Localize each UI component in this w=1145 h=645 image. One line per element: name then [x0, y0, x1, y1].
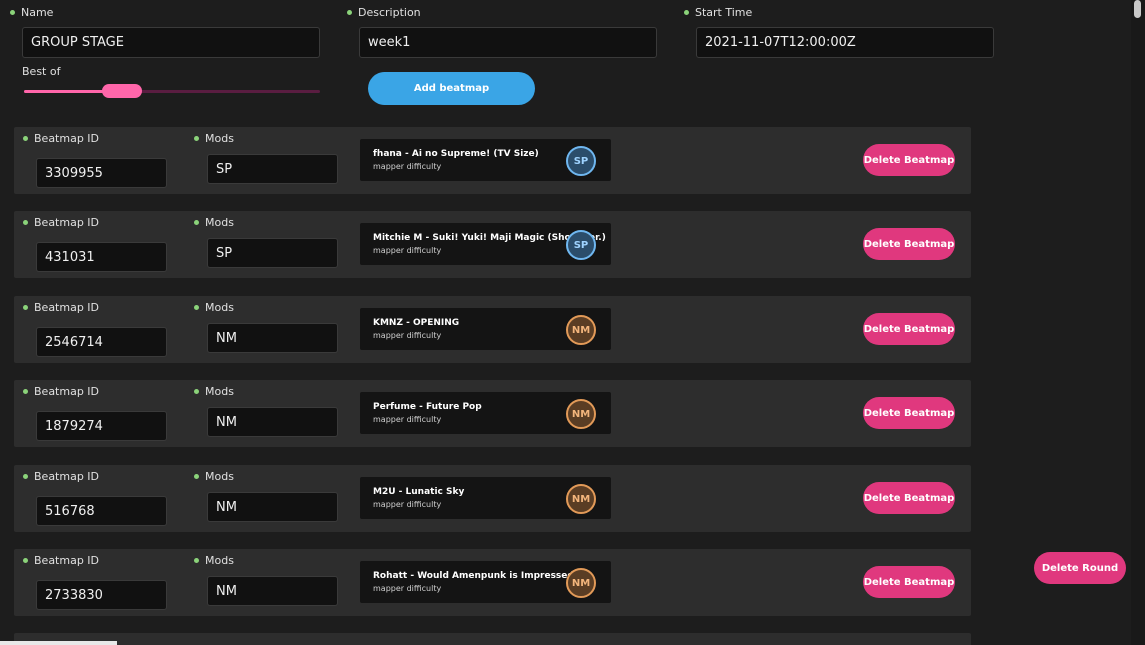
required-dot-icon [194, 305, 199, 310]
start-time-label: Start Time [684, 6, 752, 19]
mods-input[interactable]: NM [207, 492, 338, 522]
mod-badge-icon: SP [566, 146, 596, 176]
mod-badge-icon: NM [566, 399, 596, 429]
mods-input[interactable]: SP [207, 154, 338, 184]
beatmap-row: Beatmap ID 3309955 Mods SP fhana - Ai no… [14, 127, 971, 194]
beatmap-subtitle: mapper difficulty [373, 584, 442, 593]
mod-badge-icon: SP [566, 230, 596, 260]
beatmap-subtitle: mapper difficulty [373, 331, 442, 340]
mod-badge-icon: NM [566, 484, 596, 514]
scrollbar[interactable] [1131, 0, 1145, 645]
beatmap-id-input[interactable]: 431031 [36, 242, 167, 272]
delete-beatmap-button[interactable]: Delete Beatmap [863, 144, 955, 176]
description-input[interactable]: week1 [359, 27, 657, 58]
beatmap-row-partial [14, 633, 971, 645]
mods-input[interactable]: NM [207, 576, 338, 606]
required-dot-icon [23, 136, 28, 141]
beatmap-title: KMNZ - OPENING [373, 318, 460, 328]
name-input[interactable]: GROUP STAGE [22, 27, 320, 58]
required-dot-icon [194, 558, 199, 563]
beatmap-id-label: Beatmap ID [23, 385, 99, 398]
required-dot-icon [194, 220, 199, 225]
horizontal-scroll-indicator [0, 641, 117, 645]
delete-beatmap-button[interactable]: Delete Beatmap [863, 313, 955, 345]
beatmap-id-label: Beatmap ID [23, 470, 99, 483]
beatmap-card: KMNZ - OPENING mapper difficulty NM [360, 308, 611, 350]
beatmap-title: Rohatt - Would Amenpunk is Impressed [373, 571, 574, 581]
best-of-slider-thumb[interactable] [101, 84, 142, 98]
required-dot-icon [23, 305, 28, 310]
required-dot-icon [194, 136, 199, 141]
mods-label: Mods [194, 470, 234, 483]
description-label: Description [347, 6, 421, 19]
mods-label: Mods [194, 216, 234, 229]
required-dot-icon [23, 474, 28, 479]
mods-label: Mods [194, 554, 234, 567]
mods-input[interactable]: SP [207, 238, 338, 268]
beatmap-id-label: Beatmap ID [23, 301, 99, 314]
beatmap-row: Beatmap ID 1879274 Mods NM Perfume - Fut… [14, 380, 971, 447]
mod-badge-icon: NM [566, 315, 596, 345]
mods-label: Mods [194, 132, 234, 145]
mods-input[interactable]: NM [207, 323, 338, 353]
mod-badge-icon: NM [566, 568, 596, 598]
beatmap-id-label: Beatmap ID [23, 216, 99, 229]
best-of-label: Best of [22, 65, 61, 78]
beatmap-card: Rohatt - Would Amenpunk is Impressed map… [360, 561, 611, 603]
beatmap-card: Mitchie M - Suki! Yuki! Maji Magic (Shor… [360, 223, 611, 265]
start-time-input[interactable]: 2021-11-07T12:00:00Z [696, 27, 994, 58]
required-dot-icon [23, 558, 28, 563]
beatmap-subtitle: mapper difficulty [373, 246, 442, 255]
required-dot-icon [23, 220, 28, 225]
delete-beatmap-button[interactable]: Delete Beatmap [863, 566, 955, 598]
delete-beatmap-button[interactable]: Delete Beatmap [863, 397, 955, 429]
mods-label: Mods [194, 301, 234, 314]
delete-beatmap-button[interactable]: Delete Beatmap [863, 228, 955, 260]
required-dot-icon [10, 10, 15, 15]
mods-label: Mods [194, 385, 234, 398]
beatmap-row: Beatmap ID 516768 Mods NM M2U - Lunatic … [14, 465, 971, 532]
beatmap-id-input[interactable]: 2733830 [36, 580, 167, 610]
delete-round-button[interactable]: Delete Round [1034, 552, 1126, 584]
beatmap-subtitle: mapper difficulty [373, 162, 442, 171]
beatmap-id-input[interactable]: 516768 [36, 496, 167, 526]
beatmap-card: fhana - Ai no Supreme! (TV Size) mapper … [360, 139, 611, 181]
required-dot-icon [23, 389, 28, 394]
beatmap-id-input[interactable]: 2546714 [36, 327, 167, 357]
beatmap-id-input[interactable]: 1879274 [36, 411, 167, 441]
beatmap-title: M2U - Lunatic Sky [373, 487, 465, 497]
required-dot-icon [347, 10, 352, 15]
mods-input[interactable]: NM [207, 407, 338, 437]
required-dot-icon [194, 389, 199, 394]
required-dot-icon [684, 10, 689, 15]
delete-beatmap-button[interactable]: Delete Beatmap [863, 482, 955, 514]
beatmap-subtitle: mapper difficulty [373, 415, 442, 424]
beatmap-row: Beatmap ID 2546714 Mods NM KMNZ - OPENIN… [14, 296, 971, 363]
beatmap-card: Perfume - Future Pop mapper difficulty N… [360, 392, 611, 434]
required-dot-icon [194, 474, 199, 479]
scrollbar-thumb[interactable] [1134, 0, 1141, 18]
beatmap-id-label: Beatmap ID [23, 554, 99, 567]
best-of-slider-track[interactable] [24, 90, 320, 93]
beatmap-title: fhana - Ai no Supreme! (TV Size) [373, 149, 539, 159]
beatmap-id-input[interactable]: 3309955 [36, 158, 167, 188]
name-label: Name [10, 6, 53, 19]
beatmap-row: Beatmap ID 431031 Mods SP Mitchie M - Su… [14, 211, 971, 278]
beatmap-subtitle: mapper difficulty [373, 500, 442, 509]
add-beatmap-button[interactable]: Add beatmap [368, 72, 535, 105]
beatmap-title: Perfume - Future Pop [373, 402, 482, 412]
beatmap-id-label: Beatmap ID [23, 132, 99, 145]
beatmap-card: M2U - Lunatic Sky mapper difficulty NM [360, 477, 611, 519]
beatmap-row: Beatmap ID 2733830 Mods NM Rohatt - Woul… [14, 549, 971, 616]
